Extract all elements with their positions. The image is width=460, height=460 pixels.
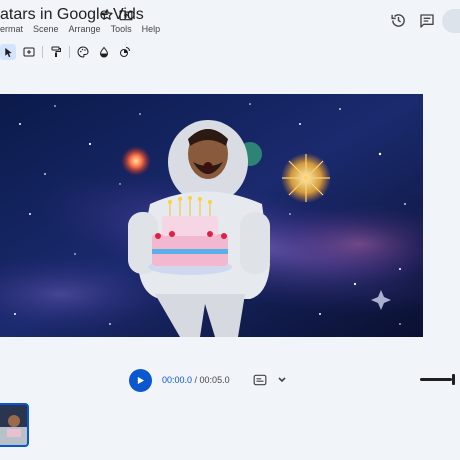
comment-icon[interactable] — [419, 13, 435, 29]
menu-item-tools[interactable]: Tools — [111, 24, 132, 34]
account-button[interactable] — [442, 9, 460, 33]
captions-icon[interactable] — [253, 374, 267, 386]
toolbar-divider — [42, 46, 43, 58]
fill-tool[interactable] — [96, 44, 112, 60]
select-tool[interactable] — [0, 44, 16, 60]
total-time: 00:05.0 — [199, 375, 230, 385]
menu-item-help[interactable]: Help — [142, 24, 161, 34]
firework-gold — [281, 153, 331, 203]
folder-icon[interactable] — [119, 9, 133, 21]
play-button[interactable] — [129, 369, 152, 392]
menu-item-arrange[interactable]: Arrange — [69, 24, 101, 34]
chevron-down-icon[interactable] — [277, 375, 287, 385]
scene-thumbnail[interactable] — [0, 403, 29, 447]
menu-item-format[interactable]: ermat — [0, 24, 23, 34]
toolbar — [0, 43, 138, 61]
history-icon[interactable] — [390, 12, 407, 29]
scene-image — [0, 94, 423, 337]
playback-time: 00:00.0 / 00:05.0 — [162, 375, 230, 385]
effects-tool[interactable] — [117, 44, 133, 60]
star-icon[interactable] — [100, 8, 114, 22]
time-separator: / — [192, 375, 200, 385]
menu-bar: ermat Scene Arrange Tools Help — [0, 24, 160, 34]
cursor-icon — [4, 47, 12, 57]
fill-color-icon — [99, 46, 109, 58]
firework-red — [121, 146, 151, 176]
video-canvas[interactable] — [0, 94, 423, 337]
current-time: 00:00.0 — [162, 375, 193, 385]
zoom-slider[interactable] — [420, 378, 452, 381]
text-box-icon — [23, 47, 35, 57]
effects-icon — [120, 47, 130, 57]
menu-item-scene[interactable]: Scene — [33, 24, 59, 34]
play-icon — [137, 376, 145, 385]
thumbnail-image — [0, 405, 27, 445]
palette-tool[interactable] — [75, 44, 91, 60]
toolbar-divider — [69, 46, 70, 58]
paint-format-tool[interactable] — [48, 44, 64, 60]
palette-icon — [77, 46, 89, 58]
zoom-slider-handle[interactable] — [452, 374, 455, 385]
paint-roller-icon — [51, 46, 61, 57]
text-box-tool[interactable] — [21, 44, 37, 60]
